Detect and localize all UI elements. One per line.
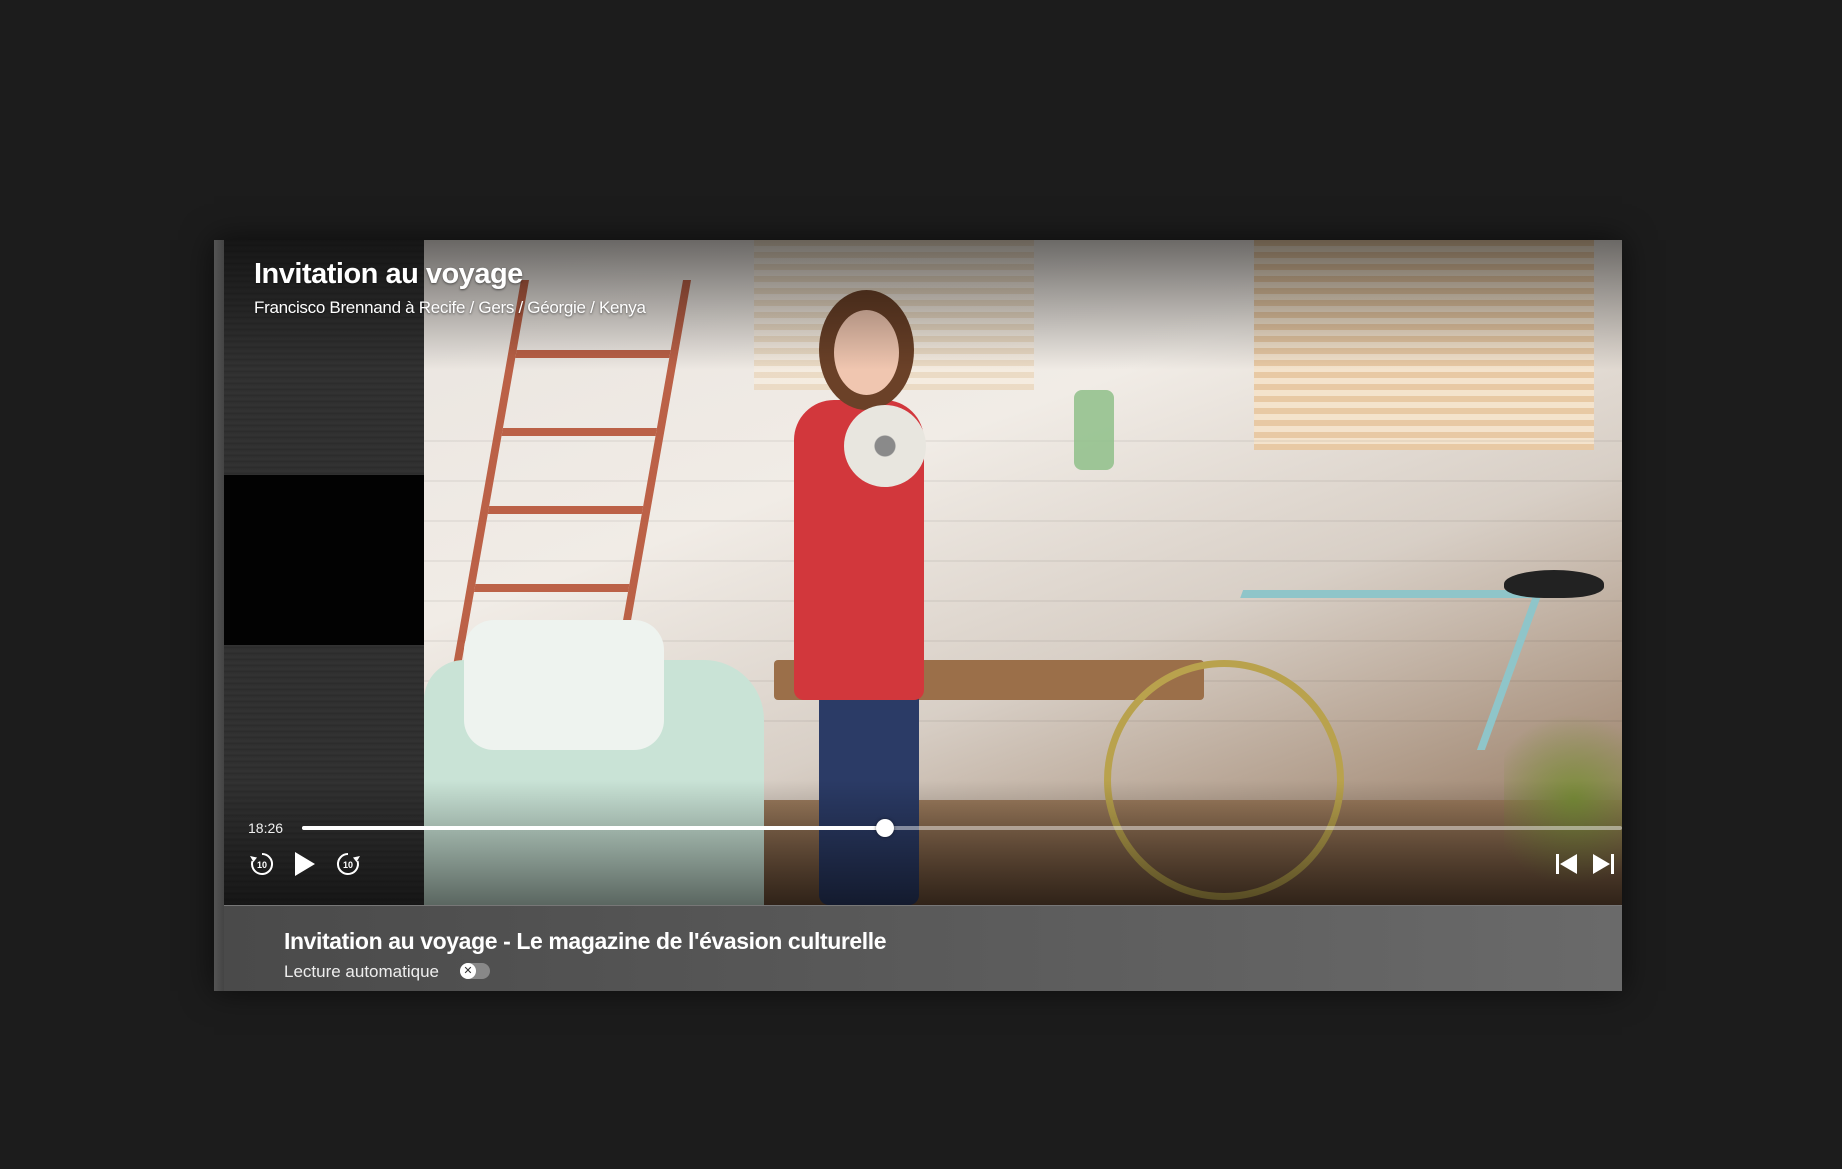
video-title: Invitation au voyage [254,258,523,290]
bottom-gradient-overlay [224,780,1622,905]
program-title: Invitation au voyage - Le magazine de l'… [284,928,887,954]
toggle-off-icon: ✕ [460,963,476,979]
scene-bike-frame [1184,590,1544,750]
video-side-black-area [224,475,424,645]
progress-bar[interactable] [302,819,1622,837]
scene-jar [1074,390,1114,470]
autoplay-toggle[interactable]: ✕ [460,963,490,979]
forward-10-icon: 10 [336,852,360,875]
video-player: Invitation au voyage Francisco Brennand … [214,240,1622,991]
next-button[interactable] [1586,846,1622,882]
autoplay-label: Lecture automatique [284,962,439,981]
progress-fill [302,826,886,830]
rewind-label: 10 [257,860,267,870]
skip-next-icon [1593,854,1614,874]
player-left-edge [214,240,224,991]
forward-10-button[interactable]: 10 [330,846,366,882]
episode-info-bar: Invitation au voyage - Le magazine de l'… [224,905,1622,991]
scene-cushion [464,620,664,750]
play-button[interactable] [286,846,322,882]
previous-button[interactable] [1548,846,1584,882]
skip-previous-icon [1556,854,1577,874]
forward-label: 10 [343,860,353,870]
rewind-10-icon: 10 [250,852,274,875]
play-icon [295,852,315,876]
current-time: 18:26 [248,820,284,836]
scene-bike-saddle [1504,570,1604,598]
video-subtitle: Francisco Brennand à Recife / Gers / Géo… [254,298,646,317]
scene-fencing-guard [844,405,926,487]
rewind-10-button[interactable]: 10 [244,846,280,882]
